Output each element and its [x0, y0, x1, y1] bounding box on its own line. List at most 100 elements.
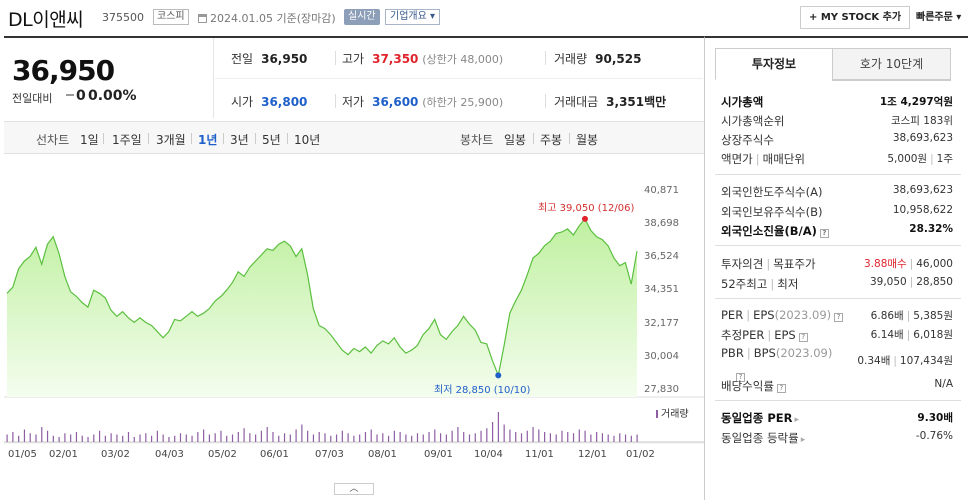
market-cap-rank-value: 코스피 183위 [890, 115, 953, 127]
sector-per-label[interactable]: 동일업종 PER [721, 410, 799, 426]
separator: | [755, 152, 760, 166]
quote-date-suffix: 기준(장마감) [276, 12, 336, 25]
dividend-label: 배당수익률? [721, 378, 786, 394]
volume-bar [515, 432, 517, 442]
volume-label: 거래량 [554, 52, 588, 66]
pbr-value-text: 0.34배 [857, 355, 891, 367]
volume-bar [422, 434, 424, 442]
sector-rate-value: -0.76% [915, 430, 953, 442]
volume-bar [492, 422, 494, 442]
shares-label: 상장주식수 [721, 133, 774, 147]
x-tick-label: 11/01 [525, 449, 554, 460]
my-stock-add-button[interactable]: + MY STOCK 추가 [800, 6, 911, 29]
period-tab[interactable]: 1주일 [112, 131, 142, 148]
volume-bar [468, 434, 471, 442]
volume-bar [613, 435, 615, 442]
period-tab[interactable]: 3년 [230, 131, 249, 148]
trade-unit-label: 매매단위 [762, 152, 805, 166]
y-tick-label: 27,830 [644, 384, 679, 395]
per-label: PER | EPS(2023.09)? [721, 308, 844, 322]
trade-amount-label: 거래대금 [554, 95, 599, 109]
opinion-label-text: 투자의견 [721, 257, 764, 271]
volume-bar [324, 433, 326, 442]
period-tab[interactable]: 5년 [262, 131, 281, 148]
volume-bar [307, 430, 309, 442]
per-value: 6.86배 | 5,385원 [871, 308, 953, 323]
separator: | [746, 308, 751, 322]
price-box: 36,950 전일대비 0 0.00% [4, 38, 214, 118]
volume-bar [382, 433, 384, 442]
separator: | [893, 355, 897, 367]
period-tab[interactable]: 1년 [198, 131, 217, 148]
separator: | [746, 346, 751, 360]
change-percent: 0.00% [88, 88, 137, 104]
help-icon[interactable]: ? [834, 313, 844, 322]
tab-investment-info[interactable]: 투자정보 [715, 48, 833, 80]
volume-bar [341, 430, 343, 442]
high-annotation: 최고 39,050 (12/06) [538, 203, 635, 214]
day-high: 고가 37,350 (상한가 48,000) [342, 50, 503, 67]
volume-bar [480, 430, 482, 442]
volume-bar [532, 427, 534, 442]
change-value-text: 0 [76, 88, 86, 104]
y-tick-label: 40,871 [644, 185, 679, 196]
volume-bar [70, 434, 72, 442]
trade-amount-unit: 백만 [644, 95, 667, 109]
dividend-label-text: 배당수익률 [721, 379, 774, 393]
par-label-text: 액면가 [721, 152, 753, 166]
x-tick-label: 04/03 [155, 449, 184, 460]
volume-bar [330, 435, 332, 442]
volume-bar [607, 434, 609, 442]
open-label: 시가 [231, 95, 254, 109]
volume-bar [416, 433, 419, 442]
volume-bar [301, 424, 303, 442]
opinion-label: 투자의견 | 목표주가 [721, 256, 816, 272]
volume-bar [544, 432, 546, 442]
collapse-chart-button[interactable]: ︿ [334, 483, 374, 495]
day-low-value: 36,600 [372, 95, 419, 109]
help-icon[interactable]: ? [819, 229, 829, 238]
sector-rate-label[interactable]: 동일업종 등락률 [721, 430, 805, 446]
volume-bar [295, 429, 297, 442]
candle-tab[interactable]: 주봉 [540, 131, 562, 148]
volume-bar [104, 435, 106, 442]
open-price: 시가 36,800 [231, 93, 307, 110]
candle-tab[interactable]: 일봉 [504, 131, 526, 148]
divider [832, 80, 951, 81]
chevron-down-icon: ▾ [956, 12, 962, 23]
volume-bar [434, 429, 436, 442]
y-tick-label: 36,524 [644, 251, 679, 262]
period-tab[interactable]: 10년 [294, 131, 320, 148]
stock-name: DL이앤씨 [8, 9, 84, 31]
divider [715, 245, 961, 246]
volume-bar [370, 429, 372, 442]
foreign-hold-value: 10,958,622 [892, 204, 953, 216]
company-overview-button[interactable]: 기업개요 ▾ [385, 9, 441, 25]
volume-bar [18, 435, 20, 442]
realtime-button[interactable]: 실시간 [344, 9, 380, 25]
chevron-up-icon: ︿ [349, 484, 359, 494]
volume-bar [272, 432, 274, 442]
volume-bar [122, 435, 124, 442]
foreign-limit-value: 38,693,623 [892, 184, 953, 196]
volume-bar [636, 434, 638, 442]
divider [223, 133, 224, 144]
period-tab[interactable]: 3개월 [156, 131, 186, 148]
volume-bar [376, 434, 378, 442]
candle-chart-label: 봉차트 [460, 133, 494, 147]
par-value-text: 5,000원 [887, 153, 928, 165]
volume-bar [231, 434, 234, 442]
volume-bar [359, 434, 361, 442]
volume-bar [237, 432, 239, 442]
tab-orderbook[interactable]: 호가 10단계 [832, 48, 951, 80]
candle-tab[interactable]: 월봉 [576, 131, 598, 148]
help-icon[interactable]: ? [776, 384, 786, 393]
volume-bar [364, 432, 367, 442]
period-tab[interactable]: 1일 [80, 131, 99, 148]
help-icon[interactable]: ? [798, 333, 808, 342]
quick-order-button[interactable]: 빠른주문 ▾ [916, 6, 961, 29]
price-area [7, 218, 637, 397]
high-point-marker [581, 215, 588, 222]
divider [335, 51, 336, 65]
volume-bar [509, 429, 511, 442]
